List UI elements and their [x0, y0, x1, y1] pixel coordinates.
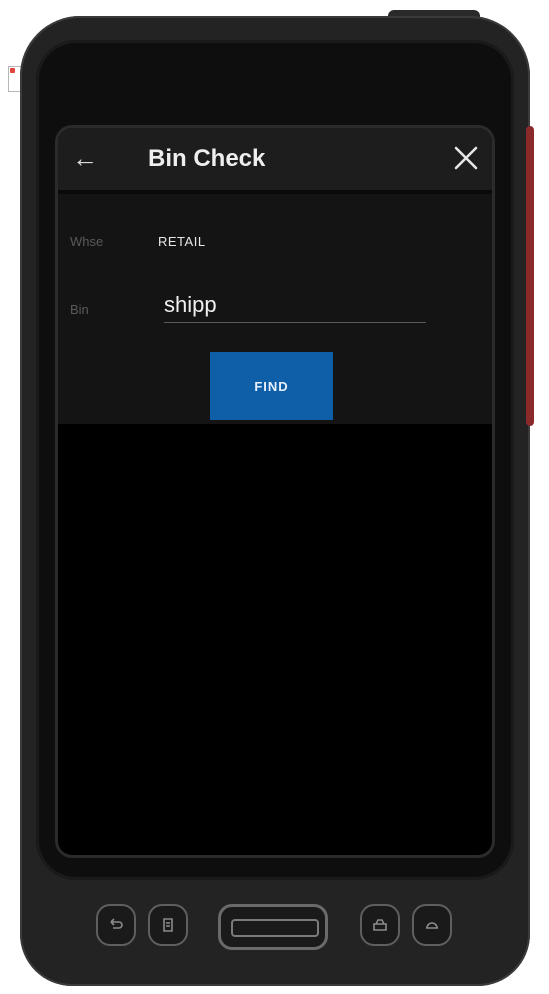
- arrow-left-icon[interactable]: ←: [70, 143, 100, 173]
- scan-trigger[interactable]: [218, 904, 328, 950]
- home-key-icon[interactable]: [412, 904, 452, 946]
- bin-check-form: Whse RETAIL Bin FIND: [58, 194, 492, 424]
- menu-key-icon[interactable]: [148, 904, 188, 946]
- bin-input[interactable]: [164, 288, 426, 323]
- find-button[interactable]: FIND: [210, 352, 333, 420]
- bin-label: Bin: [70, 302, 89, 317]
- close-icon[interactable]: [450, 142, 482, 174]
- warehouse-label: Whse: [70, 234, 104, 249]
- side-trigger: [526, 126, 534, 426]
- app-screen: ← Bin Check Whse RETAIL Bin FIND: [58, 128, 492, 855]
- warehouse-value: RETAIL: [158, 234, 206, 249]
- hardware-keypad: [20, 894, 530, 964]
- handheld-device: ← Bin Check Whse RETAIL Bin FIND: [20, 16, 534, 986]
- page-title: Bin Check: [148, 145, 266, 172]
- phone-key-icon[interactable]: [360, 904, 400, 946]
- app-header: ← Bin Check: [58, 128, 492, 194]
- back-key-icon[interactable]: [96, 904, 136, 946]
